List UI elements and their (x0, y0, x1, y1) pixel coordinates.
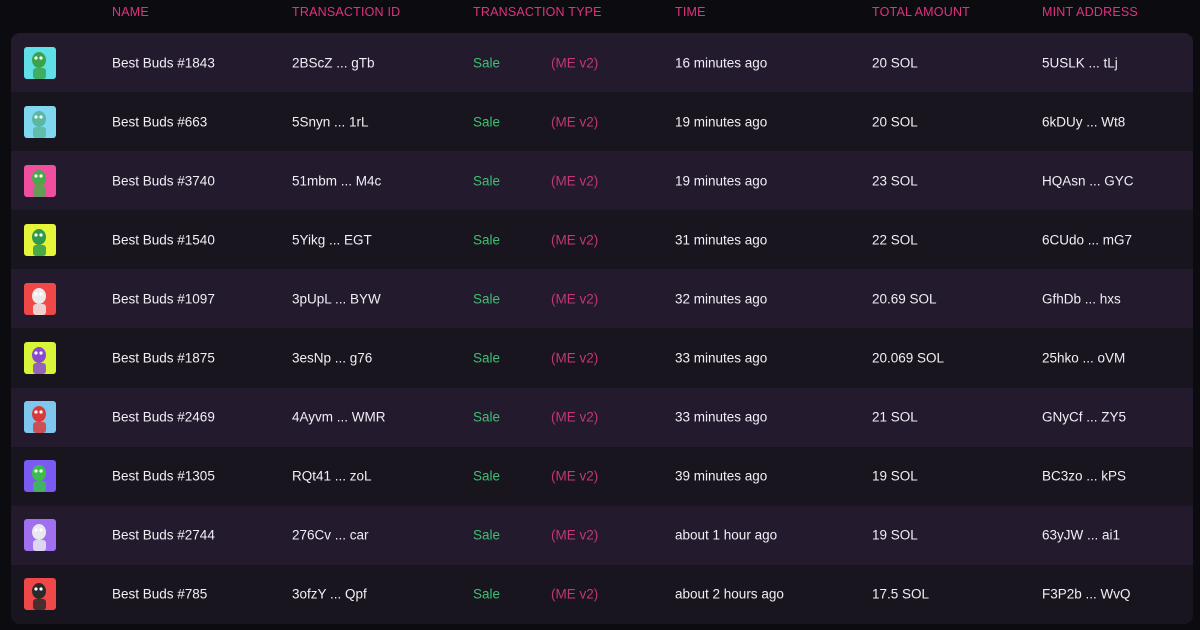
transaction-type: Sale (473, 586, 501, 602)
total-amount: 20 SOL (872, 55, 918, 71)
transaction-time: 31 minutes ago (675, 232, 768, 248)
nft-name[interactable]: Best Buds #663 (112, 114, 207, 129)
transaction-id[interactable]: 3pUpL ... BYW (292, 291, 381, 306)
table-row[interactable]: Best Buds #1540 5Yikg ... EGT Sale (ME v2) 3… (11, 210, 1193, 270)
table-row[interactable]: Best Buds #3740 51mbm ... M4c Sale (ME v2) 1… (11, 151, 1193, 211)
transaction-id[interactable]: 4Ayvm ... WMR (292, 410, 386, 425)
table-row[interactable]: Best Buds #2469 4Ayvm ... WMR Sale (ME v2) 3… (11, 387, 1193, 447)
marketplace-label: (ME v2) (551, 114, 599, 130)
marketplace-label: (ME v2) (551, 232, 599, 248)
nft-thumbnail-icon[interactable] (24, 282, 56, 315)
header-transaction-type[interactable]: TRANSACTION TYPE (473, 5, 602, 19)
marketplace-label: (ME v2) (551, 291, 599, 307)
mint-address[interactable]: BC3zo ... kPS (1042, 469, 1126, 484)
transaction-time: 39 minutes ago (675, 468, 768, 484)
sales-activity-page: NAME TRANSACTION ID TRANSACTION TYPE TIM… (0, 0, 1200, 630)
table-row[interactable]: Best Buds #1843 2BScZ ... gTb Sale (ME v2) 1… (11, 33, 1193, 93)
header-name[interactable]: NAME (112, 5, 149, 19)
transaction-type: Sale (473, 291, 501, 307)
transaction-type: Sale (473, 350, 501, 366)
nft-name[interactable]: Best Buds #1540 (112, 232, 215, 247)
header-time[interactable]: TIME (675, 5, 706, 19)
total-amount: 21 SOL (872, 409, 918, 425)
transaction-type: Sale (473, 409, 501, 425)
transaction-id[interactable]: 51mbm ... M4c (292, 173, 381, 188)
total-amount: 23 SOL (872, 173, 918, 189)
nft-thumbnail-icon[interactable] (24, 342, 56, 375)
transaction-type: Sale (473, 232, 501, 248)
transaction-id[interactable]: 5Yikg ... EGT (292, 232, 372, 247)
table-row[interactable]: Best Buds #785 3ofzY ... Qpf Sale (ME v2) ab… (11, 564, 1193, 624)
total-amount: 17.5 SOL (872, 586, 930, 602)
transaction-id[interactable]: 276Cv ... car (292, 528, 369, 543)
table-row[interactable]: Best Buds #1875 3esNp ... g76 Sale (ME v2) 3… (11, 328, 1193, 388)
marketplace-label: (ME v2) (551, 586, 599, 602)
transaction-type: Sale (473, 173, 501, 189)
mint-address[interactable]: 6kDUy ... Wt8 (1042, 114, 1125, 129)
transactions-table: Best Buds #1843 2BScZ ... gTb Sale (ME v2) 1… (11, 33, 1193, 624)
nft-thumbnail-icon[interactable] (24, 46, 56, 79)
nft-name[interactable]: Best Buds #1305 (112, 469, 215, 484)
transaction-time: 32 minutes ago (675, 291, 768, 307)
transaction-time: 16 minutes ago (675, 55, 768, 71)
nft-name[interactable]: Best Buds #785 (112, 587, 207, 602)
mint-address[interactable]: 6CUdo ... mG7 (1042, 232, 1132, 247)
table-header: NAME TRANSACTION ID TRANSACTION TYPE TIM… (0, 0, 1200, 26)
total-amount: 20.069 SOL (872, 350, 945, 366)
table-row[interactable]: Best Buds #663 5Snyn ... 1rL Sale (ME v2) 19… (11, 92, 1193, 152)
transaction-time: 33 minutes ago (675, 350, 768, 366)
transaction-id[interactable]: 5Snyn ... 1rL (292, 114, 369, 129)
header-transaction-id[interactable]: TRANSACTION ID (292, 5, 400, 19)
marketplace-label: (ME v2) (551, 350, 599, 366)
marketplace-label: (ME v2) (551, 527, 599, 543)
nft-thumbnail-icon[interactable] (24, 105, 56, 138)
table-row[interactable]: Best Buds #2744 276Cv ... car Sale (ME v2) a… (11, 505, 1193, 565)
table-row[interactable]: Best Buds #1305 RQt41 ... zoL Sale (ME v2) 3… (11, 446, 1193, 506)
nft-name[interactable]: Best Buds #2744 (112, 528, 215, 543)
transaction-time: 19 minutes ago (675, 114, 768, 130)
transaction-type: Sale (473, 114, 501, 130)
nft-name[interactable]: Best Buds #3740 (112, 173, 215, 188)
total-amount: 19 SOL (872, 468, 918, 484)
transaction-time: about 2 hours ago (675, 586, 784, 602)
marketplace-label: (ME v2) (551, 55, 599, 71)
table-row[interactable]: Best Buds #1097 3pUpL ... BYW Sale (ME v2) 3… (11, 269, 1193, 329)
mint-address[interactable]: 63yJW ... ai1 (1042, 528, 1120, 543)
transaction-id[interactable]: 3esNp ... g76 (292, 351, 372, 366)
marketplace-label: (ME v2) (551, 409, 599, 425)
total-amount: 20.69 SOL (872, 291, 937, 307)
header-mint-address[interactable]: MINT ADDRESS (1042, 5, 1138, 19)
nft-name[interactable]: Best Buds #1843 (112, 55, 215, 70)
total-amount: 19 SOL (872, 527, 918, 543)
nft-name[interactable]: Best Buds #1097 (112, 291, 215, 306)
nft-thumbnail-icon[interactable] (24, 460, 56, 493)
marketplace-label: (ME v2) (551, 468, 599, 484)
transaction-id[interactable]: 3ofzY ... Qpf (292, 587, 367, 602)
total-amount: 20 SOL (872, 114, 918, 130)
transaction-time: 33 minutes ago (675, 409, 768, 425)
transaction-type: Sale (473, 527, 501, 543)
mint-address[interactable]: GfhDb ... hxs (1042, 291, 1121, 306)
nft-thumbnail-icon[interactable] (24, 578, 56, 611)
transaction-time: about 1 hour ago (675, 527, 778, 543)
mint-address[interactable]: 25hko ... oVM (1042, 351, 1125, 366)
transaction-id[interactable]: RQt41 ... zoL (292, 469, 372, 484)
transaction-type: Sale (473, 468, 501, 484)
total-amount: 22 SOL (872, 232, 918, 248)
nft-name[interactable]: Best Buds #2469 (112, 410, 215, 425)
nft-thumbnail-icon[interactable] (24, 519, 56, 552)
nft-thumbnail-icon[interactable] (24, 164, 56, 197)
header-total-amount[interactable]: TOTAL AMOUNT (872, 5, 970, 19)
mint-address[interactable]: GNyCf ... ZY5 (1042, 410, 1126, 425)
nft-thumbnail-icon[interactable] (24, 401, 56, 434)
marketplace-label: (ME v2) (551, 173, 599, 189)
transaction-id[interactable]: 2BScZ ... gTb (292, 55, 375, 70)
transaction-time: 19 minutes ago (675, 173, 768, 189)
mint-address[interactable]: HQAsn ... GYC (1042, 173, 1134, 188)
transaction-type: Sale (473, 55, 501, 71)
mint-address[interactable]: 5USLK ... tLj (1042, 55, 1118, 70)
nft-thumbnail-icon[interactable] (24, 223, 56, 256)
mint-address[interactable]: F3P2b ... WvQ (1042, 587, 1131, 602)
nft-name[interactable]: Best Buds #1875 (112, 351, 215, 366)
